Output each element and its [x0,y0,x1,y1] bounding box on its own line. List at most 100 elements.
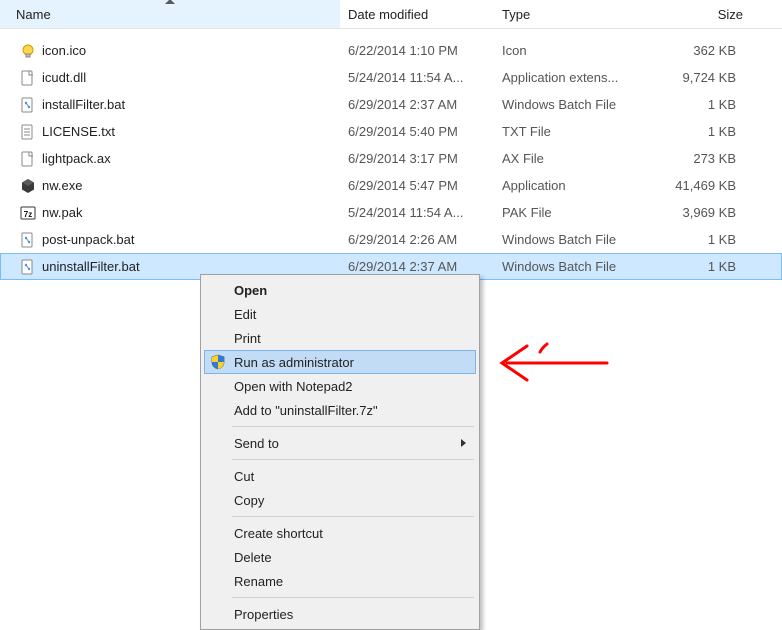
context-menu-separator [232,426,474,427]
context-menu-item-label: Rename [234,574,283,589]
context-menu-item-label: Create shortcut [234,526,323,541]
context-menu-item[interactable]: Add to "uninstallFilter.7z" [204,398,476,422]
file-date-cell: 5/24/2014 11:54 A... [340,70,494,85]
file-row[interactable]: post-unpack.bat 6/29/2014 2:26 AMWindows … [0,226,782,253]
file-row[interactable]: icudt.dll 5/24/2014 11:54 A...Application… [0,64,782,91]
file-type-icon [20,205,36,221]
column-header-date-label: Date modified [348,7,428,22]
context-menu-separator [232,597,474,598]
file-date-cell: 6/29/2014 2:37 AM [340,97,494,112]
file-name-cell: uninstallFilter.bat [0,259,340,275]
file-type-icon [20,232,36,248]
file-date-cell: 6/22/2014 1:10 PM [340,43,494,58]
file-name-label: post-unpack.bat [42,232,135,247]
file-row[interactable]: nw.pak 5/24/2014 11:54 A...PAK File3,969 … [0,199,782,226]
file-row[interactable]: icon.ico 6/22/2014 1:10 PMIcon362 KB [0,37,782,64]
file-size-cell: 1 KB [644,232,752,247]
context-menu-item-label: Delete [234,550,272,565]
file-size-cell: 3,969 KB [644,205,752,220]
context-menu-item-label: Cut [234,469,254,484]
file-date-cell: 5/24/2014 11:54 A... [340,205,494,220]
file-row[interactable]: nw.exe 6/29/2014 5:47 PMApplication41,469… [0,172,782,199]
file-name-cell: lightpack.ax [0,151,340,167]
file-name-label: icudt.dll [42,70,86,85]
context-menu-item[interactable]: Edit [204,302,476,326]
file-type-cell: Application [494,178,644,193]
file-name-label: nw.pak [42,205,82,220]
file-name-cell: installFilter.bat [0,97,340,113]
file-type-icon [20,70,36,86]
file-date-cell: 6/29/2014 2:37 AM [340,259,494,274]
file-type-cell: Windows Batch File [494,259,644,274]
context-menu-item-label: Edit [234,307,256,322]
context-menu-item[interactable]: Open [204,278,476,302]
context-menu-item[interactable]: Rename [204,569,476,593]
file-type-icon [20,151,36,167]
file-size-cell: 1 KB [644,97,752,112]
file-name-label: icon.ico [42,43,86,58]
annotation-arrow [492,338,612,388]
context-menu-item-label: Send to [234,436,279,451]
column-header-type[interactable]: Type [494,0,644,28]
context-menu-separator [232,516,474,517]
column-header-row: Name Date modified Type Size [0,0,782,29]
context-menu-item[interactable]: Cut [204,464,476,488]
context-menu-item-label: Open [234,283,267,298]
file-date-cell: 6/29/2014 3:17 PM [340,151,494,166]
context-menu: Open Edit Print Run as administrator Open wi… [200,274,480,630]
context-menu-item[interactable]: Copy [204,488,476,512]
context-menu-item[interactable]: Properties [204,602,476,626]
context-menu-item[interactable]: Print [204,326,476,350]
file-row[interactable]: lightpack.ax6/29/2014 3:17 PMAX File273 … [0,145,782,172]
file-size-cell: 41,469 KB [644,178,752,193]
file-name-cell: nw.exe [0,178,340,194]
file-date-cell: 6/29/2014 2:26 AM [340,232,494,247]
column-header-type-label: Type [502,7,530,22]
file-size-cell: 362 KB [644,43,752,58]
context-menu-item[interactable]: Run as administrator [204,350,476,374]
file-date-cell: 6/29/2014 5:40 PM [340,124,494,139]
file-type-cell: Windows Batch File [494,97,644,112]
file-date-cell: 6/29/2014 5:47 PM [340,178,494,193]
column-header-name[interactable]: Name [0,0,340,28]
file-type-cell: Icon [494,43,644,58]
file-size-cell: 9,724 KB [644,70,752,85]
context-menu-item[interactable]: Create shortcut [204,521,476,545]
file-size-cell: 1 KB [644,124,752,139]
file-type-icon [20,97,36,113]
context-menu-item-label: Run as administrator [234,355,354,370]
file-name-label: LICENSE.txt [42,124,115,139]
context-menu-item-label: Add to "uninstallFilter.7z" [234,403,378,418]
context-menu-item-label: Properties [234,607,293,622]
file-name-cell: icudt.dll [0,70,340,86]
file-size-cell: 273 KB [644,151,752,166]
context-menu-item-label: Open with Notepad2 [234,379,353,394]
file-name-label: installFilter.bat [42,97,125,112]
submenu-arrow-icon [461,439,466,447]
file-type-cell: Windows Batch File [494,232,644,247]
context-menu-item[interactable]: Delete [204,545,476,569]
file-type-icon [20,178,36,194]
file-row[interactable]: LICENSE.txt6/29/2014 5:40 PMTXT File1 KB [0,118,782,145]
column-header-size[interactable]: Size [644,0,752,28]
file-name-label: nw.exe [42,178,82,193]
file-name-label: lightpack.ax [42,151,111,166]
file-type-icon [20,124,36,140]
file-name-label: uninstallFilter.bat [42,259,140,274]
column-header-date[interactable]: Date modified [340,0,494,28]
context-menu-separator [232,459,474,460]
context-menu-item-label: Copy [234,493,264,508]
context-menu-item-label: Print [234,331,261,346]
context-menu-item[interactable]: Send to [204,431,476,455]
file-row[interactable]: installFilter.bat 6/29/2014 2:37 AMWindow… [0,91,782,118]
file-type-cell: PAK File [494,205,644,220]
context-menu-item[interactable]: Open with Notepad2 [204,374,476,398]
uac-shield-icon [210,354,226,370]
file-name-cell: LICENSE.txt [0,124,340,140]
column-header-size-label: Size [718,7,743,22]
file-type-cell: Application extens... [494,70,644,85]
sort-ascending-icon [165,0,175,4]
file-name-cell: icon.ico [0,43,340,59]
file-type-icon [20,43,36,59]
file-size-cell: 1 KB [644,259,752,274]
